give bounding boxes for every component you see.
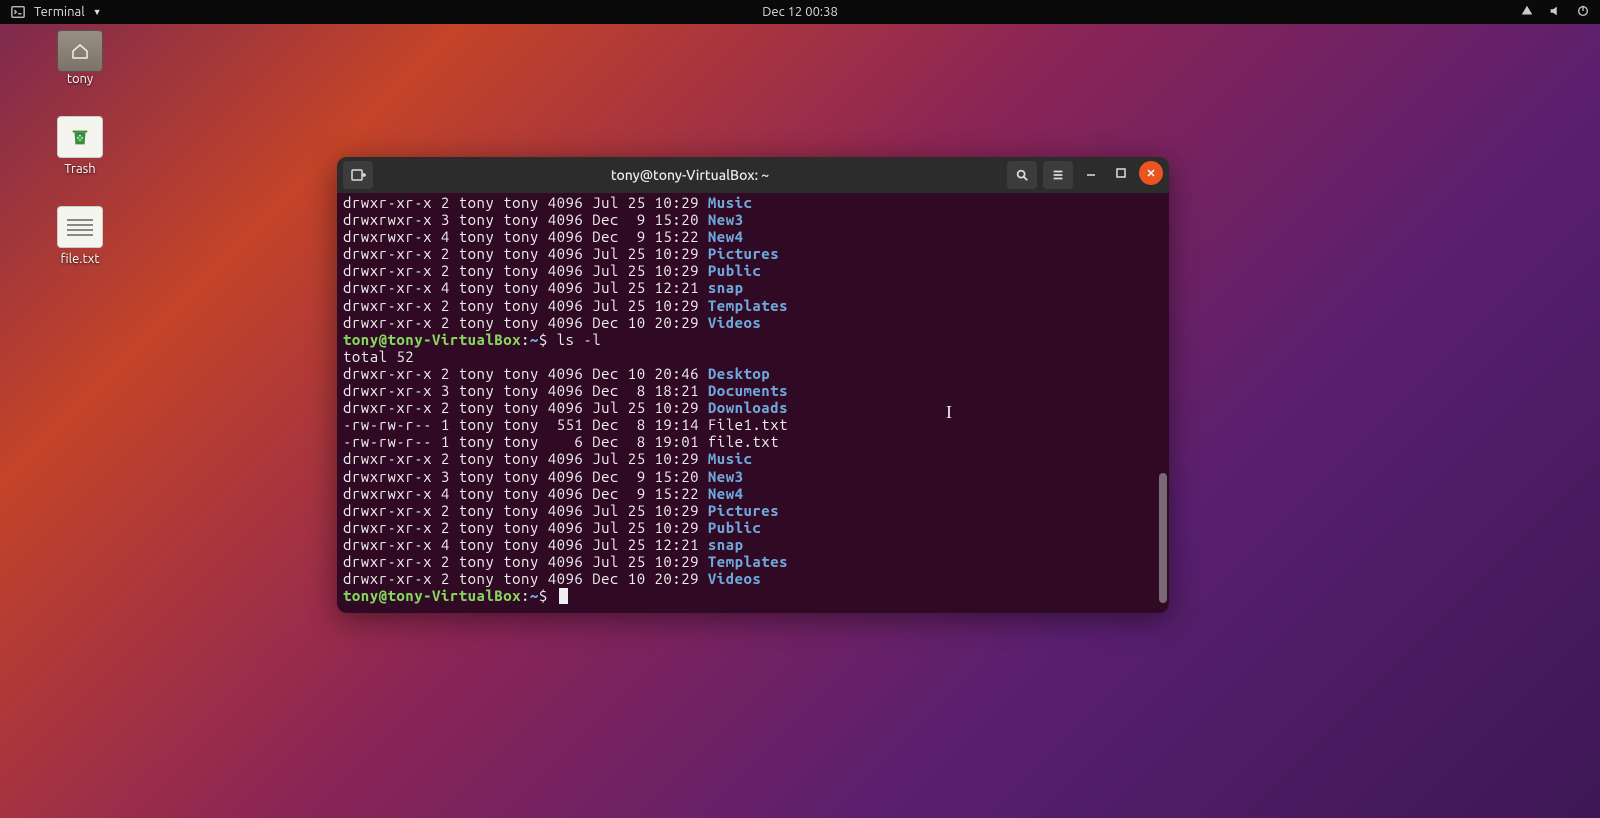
ls-entry: -rw-rw-r-- 1 tony tony 6 Dec 8 19:01 fil… <box>343 433 1163 450</box>
topbar-clock[interactable]: Dec 12 00:38 <box>762 5 838 19</box>
terminal-output[interactable]: drwxr-xr-x 2 tony tony 4096 Jul 25 10:29… <box>337 193 1169 613</box>
terminal-scrollbar[interactable] <box>1159 473 1167 603</box>
ls-entry: drwxr-xr-x 2 tony tony 4096 Dec 10 20:29… <box>343 570 1163 587</box>
text-file-icon <box>57 206 103 248</box>
ls-entry: drwxr-xr-x 2 tony tony 4096 Jul 25 10:29… <box>343 450 1163 467</box>
ls-entry: drwxrwxr-x 3 tony tony 4096 Dec 9 15:20 … <box>343 468 1163 485</box>
ls-entry: drwxr-xr-x 2 tony tony 4096 Jul 25 10:29… <box>343 262 1163 279</box>
home-folder-icon <box>57 30 103 72</box>
network-icon[interactable] <box>1520 4 1534 21</box>
terminal-prompt: tony@tony-VirtualBox:~$ ls -l <box>343 331 1163 348</box>
ls-entry: drwxr-xr-x 2 tony tony 4096 Jul 25 10:29… <box>343 245 1163 262</box>
ls-entry: drwxrwxr-x 3 tony tony 4096 Dec 9 15:20 … <box>343 211 1163 228</box>
text-cursor-icon: I <box>946 402 952 423</box>
desktop-home-label: tony <box>67 72 93 86</box>
terminal-titlebar[interactable]: tony@tony-VirtualBox: ~ <box>337 157 1169 193</box>
ls-total: total 52 <box>343 348 1163 365</box>
desktop-trash-label: Trash <box>64 162 95 176</box>
ls-entry: drwxr-xr-x 2 tony tony 4096 Jul 25 10:29… <box>343 519 1163 536</box>
volume-icon[interactable] <box>1548 4 1562 21</box>
gnome-top-bar: Terminal ▼ Dec 12 00:38 <box>0 0 1600 24</box>
ls-entry: drwxr-xr-x 4 tony tony 4096 Jul 25 12:21… <box>343 536 1163 553</box>
ls-entry: drwxr-xr-x 2 tony tony 4096 Jul 25 10:29… <box>343 297 1163 314</box>
desktop-file-label: file.txt <box>61 252 100 266</box>
menu-button[interactable] <box>1043 161 1073 189</box>
terminal-cursor <box>559 588 568 604</box>
desktop-file[interactable]: file.txt <box>40 206 120 266</box>
ls-entry: drwxr-xr-x 2 tony tony 4096 Jul 25 10:29… <box>343 399 1163 416</box>
power-icon[interactable] <box>1576 4 1590 21</box>
ls-entry: drwxr-xr-x 2 tony tony 4096 Jul 25 10:29… <box>343 194 1163 211</box>
search-button[interactable] <box>1007 161 1037 189</box>
ls-entry: drwxrwxr-x 4 tony tony 4096 Dec 9 15:22 … <box>343 228 1163 245</box>
maximize-button[interactable] <box>1109 161 1133 185</box>
minimize-button[interactable] <box>1079 161 1103 185</box>
ls-entry: drwxr-xr-x 2 tony tony 4096 Jul 25 10:29… <box>343 553 1163 570</box>
new-tab-button[interactable] <box>343 161 373 189</box>
ls-entry: drwxr-xr-x 4 tony tony 4096 Jul 25 12:21… <box>343 279 1163 296</box>
ls-entry: -rw-rw-r-- 1 tony tony 551 Dec 8 19:14 F… <box>343 416 1163 433</box>
ls-entry: drwxr-xr-x 2 tony tony 4096 Dec 10 20:46… <box>343 365 1163 382</box>
ls-entry: drwxr-xr-x 2 tony tony 4096 Jul 25 10:29… <box>343 502 1163 519</box>
desktop-trash[interactable]: Trash <box>40 116 120 176</box>
menu-caret-icon: ▼ <box>93 7 102 17</box>
terminal-title: tony@tony-VirtualBox: ~ <box>373 167 1007 183</box>
desktop-icons-area: tony Trash file.txt <box>40 30 120 266</box>
terminal-prompt: tony@tony-VirtualBox:~$ <box>343 587 1163 604</box>
desktop-home-folder[interactable]: tony <box>40 30 120 86</box>
ls-entry: drwxr-xr-x 2 tony tony 4096 Dec 10 20:29… <box>343 314 1163 331</box>
terminal-app-icon[interactable] <box>10 4 26 20</box>
ls-entry: drwxr-xr-x 3 tony tony 4096 Dec 8 18:21 … <box>343 382 1163 399</box>
trash-icon <box>57 116 103 158</box>
terminal-window: tony@tony-VirtualBox: ~ drwxr-xr-x 2 ton… <box>337 157 1169 613</box>
close-button[interactable] <box>1139 161 1163 185</box>
topbar-app-label[interactable]: Terminal <box>34 5 85 19</box>
ls-entry: drwxrwxr-x 4 tony tony 4096 Dec 9 15:22 … <box>343 485 1163 502</box>
